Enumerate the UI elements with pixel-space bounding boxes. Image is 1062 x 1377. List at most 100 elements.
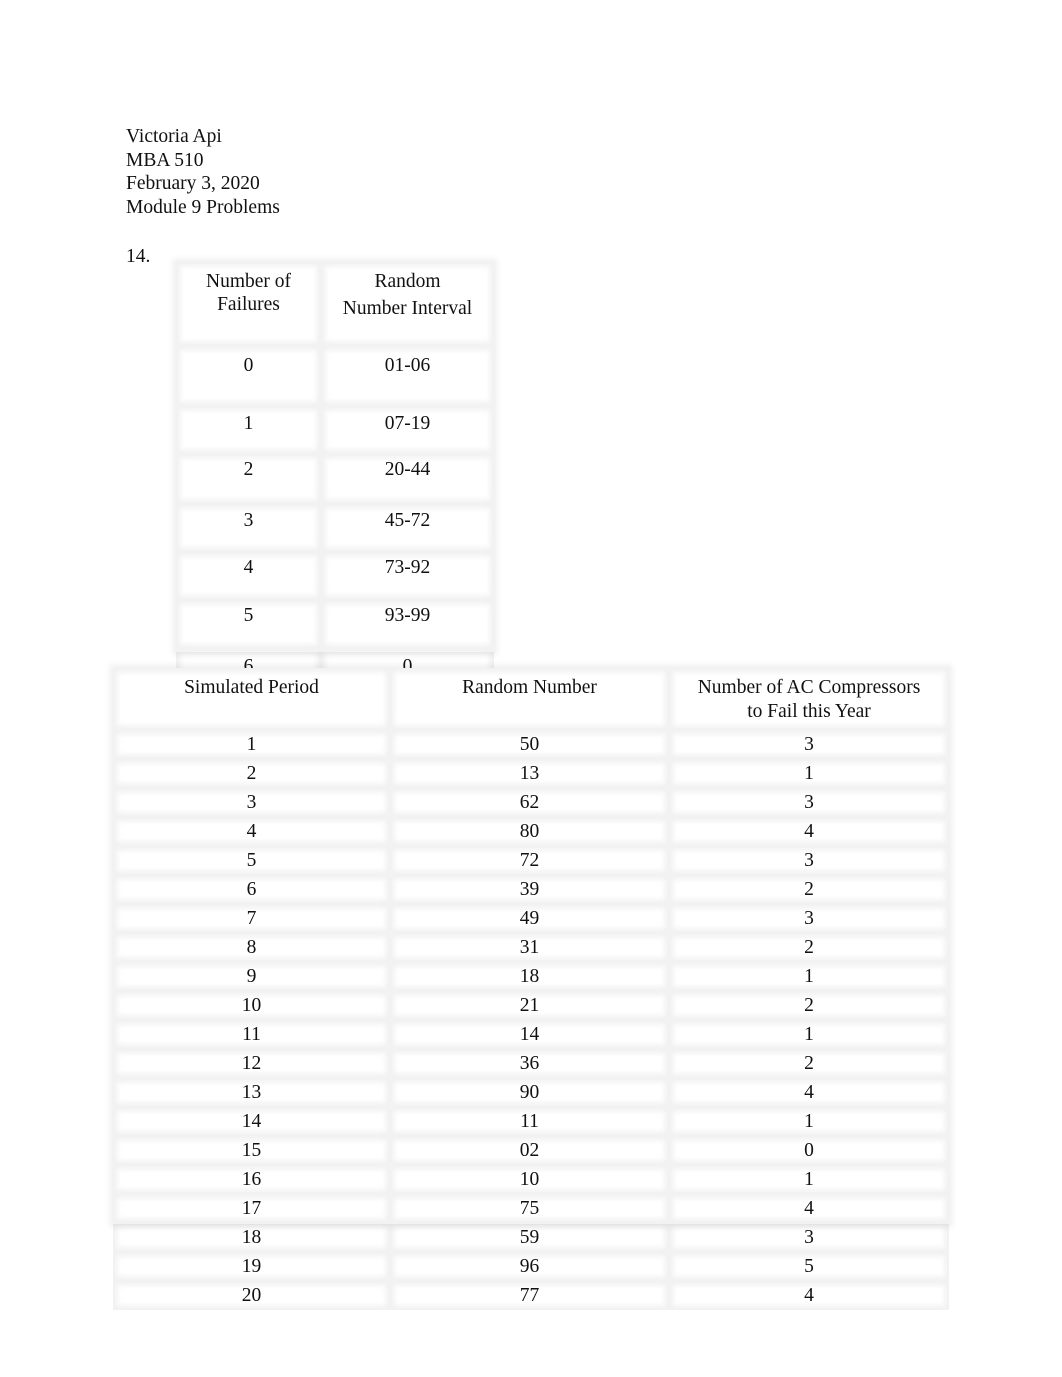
table-row: 13 90 4 [113, 1078, 949, 1107]
cell-simulated-period: 2 [113, 759, 390, 788]
cell-compressors-to-fail: 2 [669, 875, 949, 904]
cell-compressors-to-fail: 4 [669, 1194, 949, 1223]
cell-random-number: 62 [390, 788, 669, 817]
header-line: Number of AC Compressors [697, 677, 921, 698]
cell-simulated-period: 15 [113, 1136, 390, 1165]
header-line: Number Interval [342, 298, 473, 319]
cell-random-number: 59 [390, 1223, 669, 1252]
header-line: Random Number [462, 677, 597, 698]
cell-random-number: 36 [390, 1049, 669, 1078]
table-row: 5 93-99 [176, 600, 494, 649]
cell-simulated-period: 4 [113, 817, 390, 846]
header-line: Simulated Period [184, 677, 319, 698]
cell-random-number: 96 [390, 1252, 669, 1281]
table-row: 20 77 4 [113, 1281, 949, 1310]
cell-compressors-to-fail: 3 [669, 1223, 949, 1252]
header-line: to Fail this Year [747, 701, 871, 722]
course-code: MBA 510 [126, 149, 204, 171]
cell-simulated-period: 10 [113, 991, 390, 1020]
table-row: 14 11 1 [113, 1107, 949, 1136]
cell-random-number: 10 [390, 1165, 669, 1194]
cell-simulated-period: 6 [113, 875, 390, 904]
cell-random-number: 31 [390, 933, 669, 962]
table-row: 0 01-06 [176, 346, 494, 406]
cell-simulated-period: 8 [113, 933, 390, 962]
header-line: Number of [205, 271, 292, 292]
cell-compressors-to-fail: 5 [669, 1252, 949, 1281]
table-row: 6 39 2 [113, 875, 949, 904]
table-row: 16 10 1 [113, 1165, 949, 1194]
cell-random-number: 90 [390, 1078, 669, 1107]
cell-number-of-failures: 0 [176, 346, 321, 406]
document-header: Victoria Api MBA 510 February 3, 2020 Mo… [126, 125, 280, 220]
cell-number-of-failures: 2 [176, 454, 321, 504]
cell-number-of-failures: 1 [176, 406, 321, 454]
cell-compressors-to-fail: 4 [669, 1281, 949, 1310]
cell-random-number: 72 [390, 846, 669, 875]
cell-random-number: 13 [390, 759, 669, 788]
cell-simulated-period: 7 [113, 904, 390, 933]
table-row: 18 59 3 [113, 1223, 949, 1252]
cell-simulated-period: 14 [113, 1107, 390, 1136]
problem-number: 14. [126, 246, 151, 267]
table-row: 12 36 2 [113, 1049, 949, 1078]
cell-simulated-period: 19 [113, 1252, 390, 1281]
cell-number-of-failures: 4 [176, 552, 321, 600]
table-row: 2 20-44 [176, 454, 494, 504]
cell-simulated-period: 20 [113, 1281, 390, 1310]
cell-random-number-interval: 01-06 [321, 346, 494, 406]
cell-number-of-failures: 5 [176, 600, 321, 649]
cell-simulated-period: 17 [113, 1194, 390, 1223]
cell-compressors-to-fail: 2 [669, 1049, 949, 1078]
cell-random-number-interval: 07-19 [321, 406, 494, 454]
cell-random-number: 18 [390, 962, 669, 991]
cell-compressors-to-fail: 4 [669, 817, 949, 846]
table-row: 8 31 2 [113, 933, 949, 962]
cell-simulated-period: 5 [113, 846, 390, 875]
table-row: 11 14 1 [113, 1020, 949, 1049]
cell-compressors-to-fail: 1 [669, 1020, 949, 1049]
cell-simulated-period: 3 [113, 788, 390, 817]
simulation-table: Simulated Period Random Number Number of… [113, 668, 949, 1310]
cell-simulated-period: 12 [113, 1049, 390, 1078]
table-row: 17 75 4 [113, 1194, 949, 1223]
table-row: 2 13 1 [113, 759, 949, 788]
table-row: 19 96 5 [113, 1252, 949, 1281]
cell-random-number: 80 [390, 817, 669, 846]
cell-simulated-period: 1 [113, 730, 390, 759]
author-name: Victoria Api [126, 126, 222, 147]
header-line: Failures [217, 294, 280, 315]
cell-compressors-to-fail: 3 [669, 904, 949, 933]
cell-simulated-period: 18 [113, 1223, 390, 1252]
table-row: 10 21 2 [113, 991, 949, 1020]
cell-random-number: 39 [390, 875, 669, 904]
table-row: 7 49 3 [113, 904, 949, 933]
cell-random-number: 21 [390, 991, 669, 1020]
cell-compressors-to-fail: 1 [669, 1165, 949, 1194]
table-row: 1 07-19 [176, 406, 494, 454]
table-row: 4 73-92 [176, 552, 494, 600]
table-header-row: Simulated Period Random Number Number of… [113, 668, 949, 730]
header-number-of-failures: Number of Failures [176, 262, 321, 346]
cell-number-of-failures: 3 [176, 504, 321, 552]
table-row: 1 50 3 [113, 730, 949, 759]
cell-simulated-period: 16 [113, 1165, 390, 1194]
cell-simulated-period: 11 [113, 1020, 390, 1049]
cell-random-number-interval: 93-99 [321, 600, 494, 649]
table-row: 9 18 1 [113, 962, 949, 991]
cell-compressors-to-fail: 3 [669, 846, 949, 875]
cell-compressors-to-fail: 3 [669, 788, 949, 817]
cell-compressors-to-fail: 1 [669, 759, 949, 788]
cell-compressors-to-fail: 2 [669, 991, 949, 1020]
cell-compressors-to-fail: 3 [669, 730, 949, 759]
header-random-number-interval: Random Number Interval [321, 262, 494, 346]
cell-random-number: 77 [390, 1281, 669, 1310]
document-date: February 3, 2020 [126, 173, 260, 195]
header-line: Random [374, 271, 441, 292]
table-header-row: Number of Failures Random Number Interva… [176, 262, 494, 346]
distribution-table-container: Number of Failures Random Number Interva… [176, 262, 494, 697]
cell-compressors-to-fail: 1 [669, 1107, 949, 1136]
distribution-table: Number of Failures Random Number Interva… [176, 262, 494, 697]
header-compressors-to-fail: Number of AC Compressors to Fail this Ye… [669, 668, 949, 730]
cell-random-number: 50 [390, 730, 669, 759]
